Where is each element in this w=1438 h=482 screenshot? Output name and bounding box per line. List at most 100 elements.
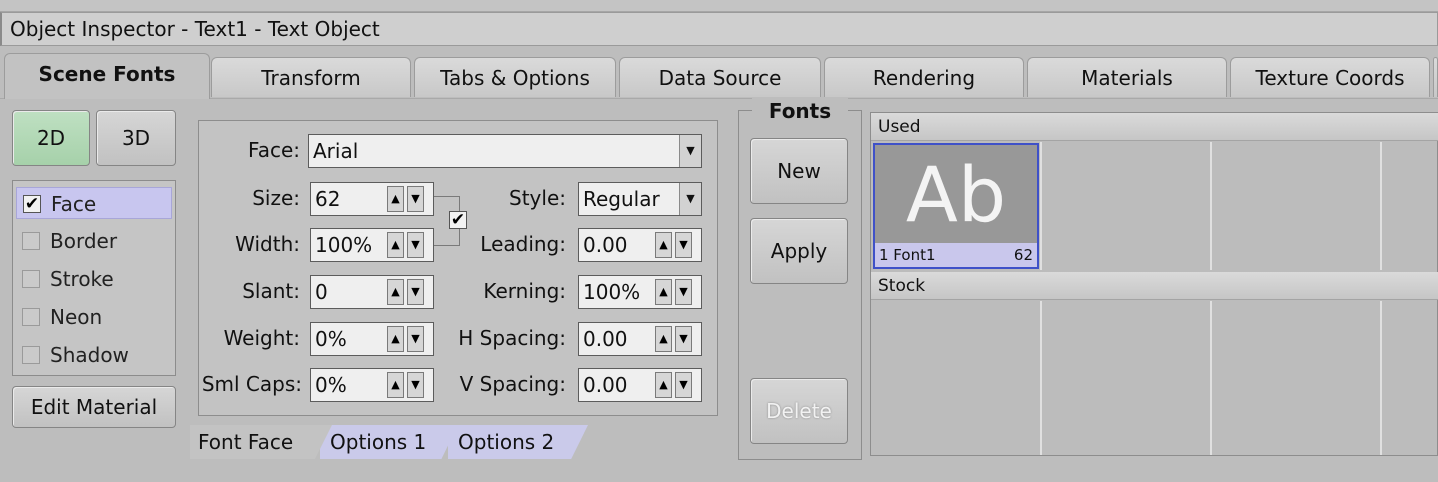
kerning-label: Kerning: bbox=[483, 279, 566, 303]
style-label: Style: bbox=[509, 186, 566, 210]
h-spacing-value: 0.00 bbox=[583, 327, 628, 351]
slant-spinner[interactable]: 0 ▲ ▼ bbox=[310, 275, 434, 309]
tab-rendering[interactable]: Rendering bbox=[824, 57, 1024, 97]
spin-down-icon[interactable]: ▼ bbox=[675, 326, 692, 352]
sml-caps-value: 0% bbox=[315, 373, 347, 397]
grid-divider bbox=[1040, 142, 1042, 270]
border-checkbox[interactable] bbox=[22, 232, 40, 250]
layer-item-neon[interactable]: Neon bbox=[16, 301, 172, 333]
tab-materials[interactable]: Materials bbox=[1027, 57, 1227, 97]
spin-up-icon[interactable]: ▲ bbox=[655, 372, 672, 398]
size-label: Size: bbox=[252, 186, 300, 210]
spin-up-icon[interactable]: ▲ bbox=[387, 279, 404, 305]
spin-up-icon[interactable]: ▲ bbox=[655, 232, 672, 258]
window-title: Object Inspector - Text1 - Text Object bbox=[0, 12, 1438, 46]
slant-value: 0 bbox=[315, 280, 328, 304]
used-font-thumbnail[interactable]: Ab 1 Font1 62 bbox=[873, 143, 1039, 269]
spin-down-icon[interactable]: ▼ bbox=[407, 186, 424, 212]
face-dropdown[interactable]: Arial ▼ bbox=[308, 134, 702, 168]
v-spacing-label: V Spacing: bbox=[459, 372, 566, 396]
tabstrip-divider bbox=[0, 98, 1438, 99]
spin-up-icon[interactable]: ▲ bbox=[655, 326, 672, 352]
layer-item-shadow[interactable]: Shadow bbox=[16, 339, 172, 371]
spin-down-icon[interactable]: ▼ bbox=[407, 326, 424, 352]
weight-value: 0% bbox=[315, 327, 347, 351]
stroke-checkbox[interactable] bbox=[22, 270, 40, 288]
width-label: Width: bbox=[235, 232, 300, 256]
style-dropdown[interactable]: Regular ▼ bbox=[578, 182, 702, 216]
face-checkbox[interactable]: ✔ bbox=[23, 195, 41, 213]
layer-item-face[interactable]: ✔ Face bbox=[16, 187, 172, 219]
layer-item-border[interactable]: Border bbox=[16, 225, 172, 257]
tab-overflow-edge bbox=[1433, 57, 1438, 97]
subtab-options-1[interactable]: Options 1 bbox=[320, 425, 458, 459]
spin-up-icon[interactable]: ▲ bbox=[387, 232, 404, 258]
grid-divider bbox=[1040, 301, 1042, 455]
style-value: Regular bbox=[583, 187, 660, 211]
layer-label: Border bbox=[50, 229, 118, 253]
tab-data-source[interactable]: Data Source bbox=[619, 57, 821, 97]
width-spinner[interactable]: 100% ▲ ▼ bbox=[310, 228, 434, 262]
kerning-spinner[interactable]: 100% ▲ ▼ bbox=[578, 275, 702, 309]
neon-checkbox[interactable] bbox=[22, 308, 40, 326]
kerning-value: 100% bbox=[583, 280, 641, 304]
edit-material-button[interactable]: Edit Material bbox=[12, 386, 176, 428]
tab-transform[interactable]: Transform bbox=[211, 57, 411, 97]
width-value: 100% bbox=[315, 233, 373, 257]
chevron-down-icon[interactable]: ▼ bbox=[679, 183, 701, 215]
layer-label: Neon bbox=[50, 305, 103, 329]
face-value: Arial bbox=[313, 139, 359, 163]
spin-up-icon[interactable]: ▲ bbox=[655, 279, 672, 305]
spin-down-icon[interactable]: ▼ bbox=[675, 372, 692, 398]
spin-down-icon[interactable]: ▼ bbox=[407, 232, 424, 258]
h-spacing-spinner[interactable]: 0.00 ▲ ▼ bbox=[578, 322, 702, 356]
spin-up-icon[interactable]: ▲ bbox=[387, 372, 404, 398]
font-preview-text: Ab bbox=[905, 150, 1007, 239]
layer-label: Stroke bbox=[50, 267, 114, 291]
spin-down-icon[interactable]: ▼ bbox=[675, 232, 692, 258]
font-name: 1 Font1 bbox=[879, 246, 936, 264]
used-section-header: Used bbox=[871, 113, 1438, 141]
grid-divider bbox=[1380, 301, 1382, 455]
spin-down-icon[interactable]: ▼ bbox=[407, 279, 424, 305]
chevron-down-icon[interactable]: ▼ bbox=[679, 135, 701, 167]
tab-tabs-options[interactable]: Tabs & Options bbox=[414, 57, 616, 97]
spin-up-icon[interactable]: ▲ bbox=[387, 186, 404, 212]
sml-caps-spinner[interactable]: 0% ▲ ▼ bbox=[310, 368, 434, 402]
leading-label: Leading: bbox=[480, 232, 566, 256]
delete-font-button[interactable]: Delete bbox=[750, 378, 848, 444]
grid-divider bbox=[1380, 142, 1382, 270]
new-font-button[interactable]: New bbox=[750, 138, 848, 204]
spin-down-icon[interactable]: ▼ bbox=[675, 279, 692, 305]
layer-label: Shadow bbox=[50, 343, 129, 367]
layer-label: Face bbox=[51, 192, 97, 216]
apply-font-button[interactable]: Apply bbox=[750, 218, 848, 284]
leading-spinner[interactable]: 0.00 ▲ ▼ bbox=[578, 228, 702, 262]
spin-down-icon[interactable]: ▼ bbox=[407, 372, 424, 398]
v-spacing-value: 0.00 bbox=[583, 373, 628, 397]
size-spinner[interactable]: 62 ▲ ▼ bbox=[310, 182, 434, 216]
v-spacing-spinner[interactable]: 0.00 ▲ ▼ bbox=[578, 368, 702, 402]
size-value: 62 bbox=[315, 187, 341, 211]
font-size: 62 bbox=[1013, 246, 1033, 264]
size-width-lock-checkbox[interactable]: ✔ bbox=[449, 211, 467, 229]
h-spacing-label: H Spacing: bbox=[458, 326, 566, 350]
spin-up-icon[interactable]: ▲ bbox=[387, 326, 404, 352]
leading-value: 0.00 bbox=[583, 233, 628, 257]
subtab-options-2[interactable]: Options 2 bbox=[448, 425, 588, 459]
mode-2d-button[interactable]: 2D bbox=[12, 110, 90, 166]
fonts-group-title: Fonts bbox=[752, 98, 848, 124]
face-label: Face: bbox=[248, 138, 300, 162]
grid-divider bbox=[1210, 142, 1212, 270]
slant-label: Slant: bbox=[242, 279, 300, 303]
subtab-font-face[interactable]: Font Face bbox=[190, 425, 332, 459]
shadow-checkbox[interactable] bbox=[22, 346, 40, 364]
mode-3d-button[interactable]: 3D bbox=[96, 110, 176, 166]
weight-spinner[interactable]: 0% ▲ ▼ bbox=[310, 322, 434, 356]
layer-list: ✔ Face Border Stroke Neon Shadow bbox=[12, 180, 176, 376]
window-top-edge bbox=[0, 0, 1438, 12]
tab-scene-fonts[interactable]: Scene Fonts bbox=[4, 53, 210, 99]
grid-divider bbox=[1210, 301, 1212, 455]
tab-texture-coords[interactable]: Texture Coords bbox=[1230, 57, 1430, 97]
layer-item-stroke[interactable]: Stroke bbox=[16, 263, 172, 295]
